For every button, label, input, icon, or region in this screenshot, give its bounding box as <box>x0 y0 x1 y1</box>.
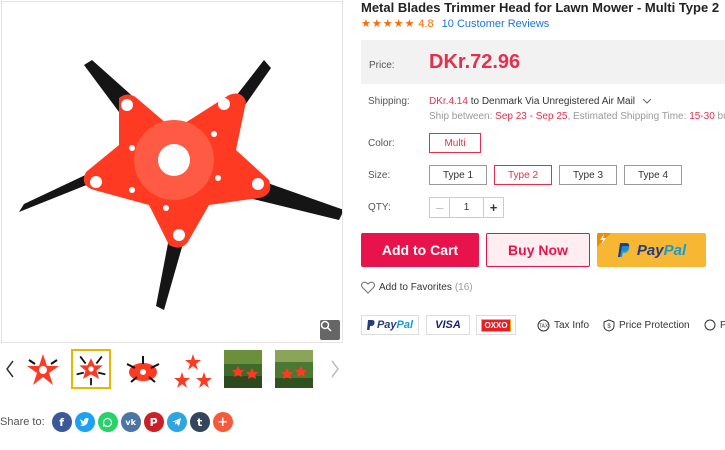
paypal-button[interactable]: PayPal <box>597 233 706 267</box>
qty-label: QTY: <box>368 202 391 213</box>
tumblr-icon[interactable]: t <box>189 412 210 432</box>
price-box: Price: DKr.72.96 <box>361 40 725 84</box>
chevron-down-icon <box>642 98 652 104</box>
price-label: Price: <box>369 60 395 71</box>
estimated-suffix: bus <box>717 111 725 122</box>
qty-decrease-button[interactable]: – <box>430 198 450 217</box>
buy-now-button[interactable]: Buy Now <box>486 233 590 267</box>
qty-input[interactable]: 1 <box>450 198 483 217</box>
share-more-icon[interactable]: + <box>212 412 233 432</box>
paypal-p-icon <box>366 320 375 330</box>
thumbnail[interactable] <box>122 349 162 389</box>
thumb-next-arrow[interactable] <box>327 357 343 381</box>
ship-between-label: Ship between: <box>429 111 493 122</box>
tax-info[interactable]: TAX Tax Info <box>537 318 589 332</box>
chevron-left-icon <box>6 360 14 378</box>
product-title: Metal Blades Trimmer Head for Lawn Mower… <box>361 0 720 15</box>
chevron-right-icon <box>331 360 339 378</box>
add-to-favorites[interactable]: Add to Favorites (16) <box>361 280 473 294</box>
oxxo-payment-badge: OXXO <box>476 315 516 335</box>
service-cut-off[interactable]: P <box>704 318 725 332</box>
heart-icon <box>361 281 375 294</box>
tax-icon: TAX <box>537 319 550 331</box>
shipping-method: to Denmark Via Unregistered Air Mail <box>470 96 636 107</box>
price-value: DKr.72.96 <box>429 51 521 73</box>
pinterest-icon[interactable]: P <box>143 412 164 432</box>
size-option-type-4[interactable]: Type 4 <box>624 165 682 185</box>
shipping-label: Shipping: <box>368 96 410 107</box>
svg-text:TAX: TAX <box>539 323 549 329</box>
thumbnail-strip <box>0 347 345 392</box>
facebook-icon[interactable]: f <box>51 412 72 432</box>
star-icon: ★ <box>382 17 393 30</box>
rating-value: 4.8 <box>418 18 434 30</box>
color-label: Color: <box>368 138 395 149</box>
thumb-garden-photo-1 <box>224 350 262 388</box>
price-protection[interactable]: $ Price Protection <box>603 318 690 332</box>
paypal-wordmark: PayPal <box>636 241 687 259</box>
telegram-icon[interactable] <box>166 412 187 432</box>
paypal-payment-badge: PayPal <box>361 315 419 335</box>
price-protection-label: Price Protection <box>619 319 690 331</box>
shield-icon: $ <box>603 318 615 332</box>
ship-between: Ship between: Sep 23 - Sep 25, Estimated… <box>429 111 725 122</box>
size-option-type-1[interactable]: Type 1 <box>429 165 487 185</box>
qty-increase-button[interactable]: + <box>483 198 503 217</box>
thumbnail[interactable] <box>172 349 212 389</box>
twitter-icon[interactable] <box>74 412 95 432</box>
star-icon: ★ <box>361 17 371 30</box>
lightning-icon <box>597 233 611 247</box>
favorites-count: (16) <box>454 281 473 293</box>
ship-date-range: Sep 23 - Sep 25 <box>495 111 568 122</box>
star-icon: ★ <box>371 17 382 30</box>
star-icon: ★ <box>404 17 415 30</box>
main-product-image[interactable] <box>1 1 343 343</box>
size-option-type-3[interactable]: Type 3 <box>559 165 617 185</box>
share-label: Share to: <box>0 416 45 428</box>
rating-row: ★ ★ ★ ★ ★ 4.8 10 Customer Reviews <box>361 17 549 31</box>
size-option-type-2[interactable]: Type 2 <box>494 165 552 185</box>
size-label: Size: <box>368 170 391 181</box>
color-option-multi[interactable]: Multi <box>429 133 481 153</box>
estimated-time: 15-30 <box>689 111 715 122</box>
info-circle-icon <box>704 319 716 331</box>
reviews-link[interactable]: 10 Customer Reviews <box>442 18 550 30</box>
thumbnail[interactable] <box>223 349 263 389</box>
thumb-prev-arrow[interactable] <box>2 357 18 381</box>
thumbnail[interactable] <box>274 349 314 389</box>
quantity-stepper: – 1 + <box>429 197 504 218</box>
zoom-button[interactable] <box>320 320 340 340</box>
thumb-trimmer-set <box>174 354 211 388</box>
thumb-garden-photo-2 <box>275 350 313 388</box>
shipping-method-selector[interactable]: DKr.4.14 to Denmark Via Unregistered Air… <box>429 96 652 107</box>
add-to-cart-button[interactable]: Add to Cart <box>361 233 479 267</box>
service-cut-off-label: P <box>720 319 725 331</box>
thumbnail[interactable] <box>22 349 62 389</box>
share-row: Share to: f vk P t + <box>0 410 236 434</box>
estimated-label: , Estimated Shipping Time: <box>567 111 687 122</box>
thumb-trimmer-3 <box>126 356 160 383</box>
star-icon: ★ <box>393 17 404 30</box>
thumbnail-selected[interactable] <box>71 349 111 389</box>
visa-payment-badge: VISA <box>426 315 470 335</box>
thumb-trimmer-2 <box>76 355 106 386</box>
vk-icon[interactable]: vk <box>120 412 141 432</box>
whatsapp-icon[interactable] <box>97 412 118 432</box>
thumb-trimmer-1 <box>27 354 59 385</box>
favorites-label: Add to Favorites <box>379 281 452 293</box>
shipping-price: DKr.4.14 <box>429 96 468 107</box>
trimmer-head-image <box>19 60 342 310</box>
paypal-logo-icon <box>617 243 630 257</box>
magnifier-icon <box>320 320 332 332</box>
svg-text:$: $ <box>607 324 611 330</box>
tax-info-label: Tax Info <box>554 319 590 331</box>
